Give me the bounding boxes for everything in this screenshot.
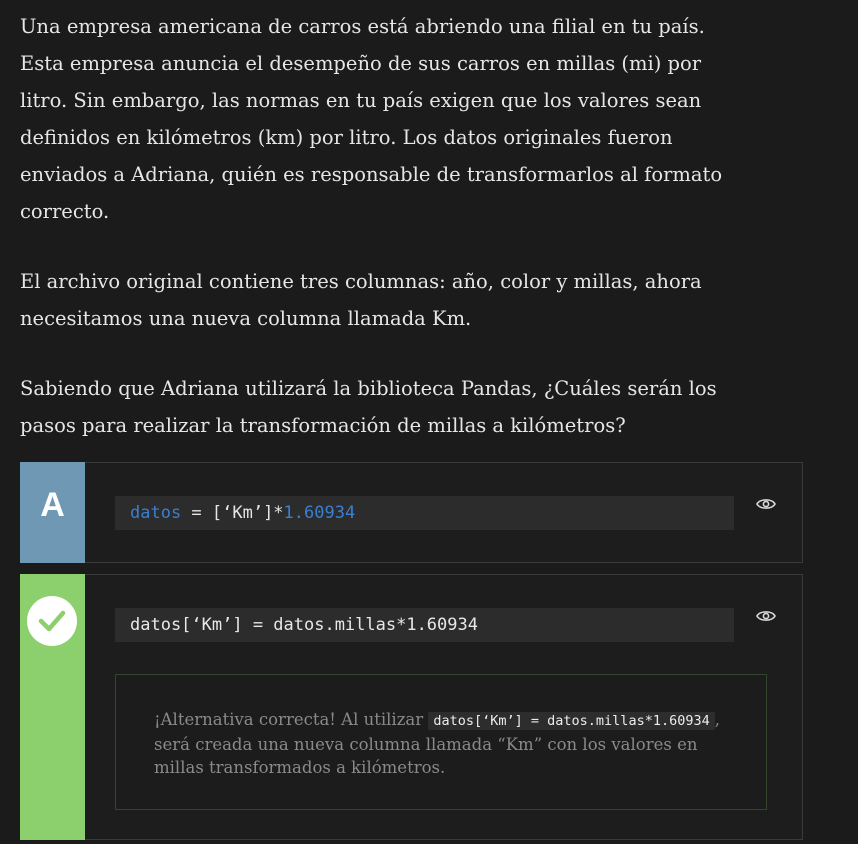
eye-icon[interactable] xyxy=(756,497,776,511)
question-paragraph: Sabiendo que Adriana utilizará la biblio… xyxy=(20,377,717,437)
alternative-letter-bar: A xyxy=(20,462,85,563)
alternative-status-bar xyxy=(20,574,85,840)
code-token-variable: datos xyxy=(130,503,182,523)
question-paragraph: Una empresa americana de carros está abr… xyxy=(20,15,723,223)
check-icon xyxy=(27,596,77,646)
feedback-text-before: ¡Alternativa correcta! Al utilizar xyxy=(154,710,429,729)
alternative-letter: A xyxy=(40,486,65,524)
eye-icon[interactable] xyxy=(756,609,776,623)
alternative-code: datos = [‘Km’]*1.60934 xyxy=(115,496,734,530)
feedback-inline-code: datos[‘Km’] = datos.millas*1.60934 xyxy=(428,712,715,730)
alternative-code: datos[‘Km’] = datos.millas*1.60934 xyxy=(115,608,734,642)
code-token-number: 1.60934 xyxy=(283,503,356,523)
feedback-text: ¡Alternativa correcta! Al utilizar datos… xyxy=(154,708,734,779)
alternative-a[interactable]: A datos = [‘Km’]*1.60934 xyxy=(20,462,803,563)
question-paragraph: El archivo original contiene tres column… xyxy=(20,270,702,330)
question-text: Una empresa americana de carros está abr… xyxy=(20,8,740,477)
alternative-b[interactable]: datos[‘Km’] = datos.millas*1.60934 ¡Alte… xyxy=(20,574,803,840)
code-token-operator: = [‘Km’]* xyxy=(181,503,284,523)
feedback-box: ¡Alternativa correcta! Al utilizar datos… xyxy=(115,674,767,810)
